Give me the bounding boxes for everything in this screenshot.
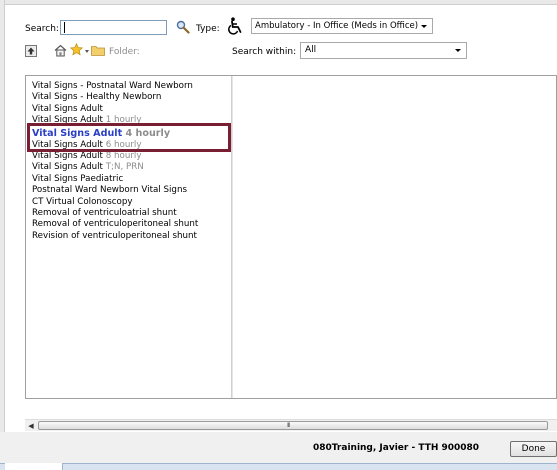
result-item-name: Vital Signs Adult <box>32 103 103 114</box>
search-label: Search: <box>25 24 59 34</box>
result-item-name: Vital Signs Adult <box>32 127 123 139</box>
result-item[interactable]: Vital Signs Adult 4 hourly <box>32 127 198 140</box>
result-item[interactable]: Postnatal Ward Newborn Vital Signs <box>32 185 198 196</box>
result-item-name: Postnatal Ward Newborn Vital Signs <box>32 185 187 196</box>
search-within-label: Search within: <box>232 47 297 57</box>
result-item[interactable]: Removal of ventriculoatrial shunt <box>32 208 198 219</box>
order-type-value: Ambulatory - In Office (Meds in Office) <box>255 21 419 31</box>
text-cursor <box>64 22 65 33</box>
result-item[interactable]: Vital Signs Adult T;N, PRN <box>32 162 198 173</box>
result-item[interactable]: Vital Signs Adult 8 hourly <box>32 151 198 162</box>
result-item[interactable]: Vital Signs Paediatric <box>32 174 198 185</box>
type-label: Type: <box>196 24 220 34</box>
result-item-name: Revision of ventriculoperitoneal shunt <box>32 230 197 241</box>
magnifier-search-icon[interactable] <box>176 20 190 34</box>
results-list-panel: Vital Signs - Postnatal Ward Newborn Vita… <box>25 75 557 399</box>
results-list: Vital Signs - Postnatal Ward Newborn Vita… <box>32 81 198 242</box>
result-item[interactable]: Vital Signs - Postnatal Ward Newborn <box>32 81 198 92</box>
result-item-name: Removal of ventriculoperitoneal shunt <box>32 219 199 230</box>
result-item-frequency: 1 hourly <box>105 115 142 126</box>
folder-label: Folder: <box>109 47 140 57</box>
ambulatory-wheelchair-icon <box>228 17 242 35</box>
chevron-down-icon <box>421 25 427 28</box>
result-item[interactable]: Revision of ventriculoperitoneal shunt <box>32 231 198 242</box>
search-within-value: All <box>305 45 317 55</box>
scrollbar-thumb[interactable]: III <box>38 421 548 430</box>
up-folder-icon[interactable] <box>25 45 37 57</box>
result-item[interactable]: Vital Signs - Healthy Newborn <box>32 92 198 103</box>
result-item-name: Vital Signs - Postnatal Ward Newborn <box>32 81 193 91</box>
result-item-name: CT Virtual Colonoscopy <box>32 196 133 207</box>
user-info-label: 080Training, Javier - TTH 900080 <box>313 443 480 453</box>
result-item-name: Vital Signs Paediatric <box>32 173 124 184</box>
result-item-name: Vital Signs Adult <box>32 139 103 150</box>
result-item-frequency: 8 hourly <box>105 150 142 161</box>
result-item[interactable]: Vital Signs Adult 6 hourly <box>32 140 198 151</box>
taskbar-tab[interactable] <box>5 463 63 470</box>
result-item-name: Vital Signs Adult <box>32 115 103 126</box>
result-item[interactable]: Vital Signs Adult 1 hourly <box>32 115 198 126</box>
horizontal-scrollbar[interactable]: ◀ III <box>25 419 557 431</box>
order-search-window: Search: Type: Ambulatory - In Office (Me… <box>0 0 557 470</box>
scroll-left-arrow-icon[interactable]: ◀ <box>27 422 35 430</box>
result-item[interactable]: Vital Signs Adult <box>32 104 198 115</box>
result-item-frequency: T;N, PRN <box>105 162 144 173</box>
home-icon[interactable] <box>54 44 67 57</box>
result-item-frequency: 4 hourly <box>125 127 171 139</box>
panel-splitter[interactable] <box>231 76 233 398</box>
result-item-name: Vital Signs Adult <box>32 150 103 161</box>
result-item[interactable]: Removal of ventriculoperitoneal shunt <box>32 219 198 230</box>
taskbar-strip <box>0 463 557 470</box>
favorites-dropdown-arrow-icon[interactable] <box>85 50 89 53</box>
result-item-name: Removal of ventriculoatrial shunt <box>32 207 177 218</box>
chevron-down-icon <box>455 49 461 52</box>
result-item-frequency: 6 hourly <box>105 139 142 150</box>
window-top-edge <box>0 0 557 5</box>
result-item-name: Vital Signs Adult <box>32 162 103 173</box>
done-button[interactable]: Done <box>510 441 557 457</box>
order-type-dropdown[interactable]: Ambulatory - In Office (Meds in Office) <box>251 18 433 34</box>
search-within-dropdown[interactable]: All <box>300 42 467 59</box>
result-item-name: Vital Signs - Healthy Newborn <box>32 92 162 103</box>
window-left-edge <box>0 0 5 470</box>
scrollbar-grip: III <box>287 422 290 429</box>
result-item[interactable]: CT Virtual Colonoscopy <box>32 197 198 208</box>
favorites-star-icon[interactable] <box>70 43 83 56</box>
folder-icon[interactable] <box>91 45 105 56</box>
search-input[interactable] <box>60 20 167 35</box>
